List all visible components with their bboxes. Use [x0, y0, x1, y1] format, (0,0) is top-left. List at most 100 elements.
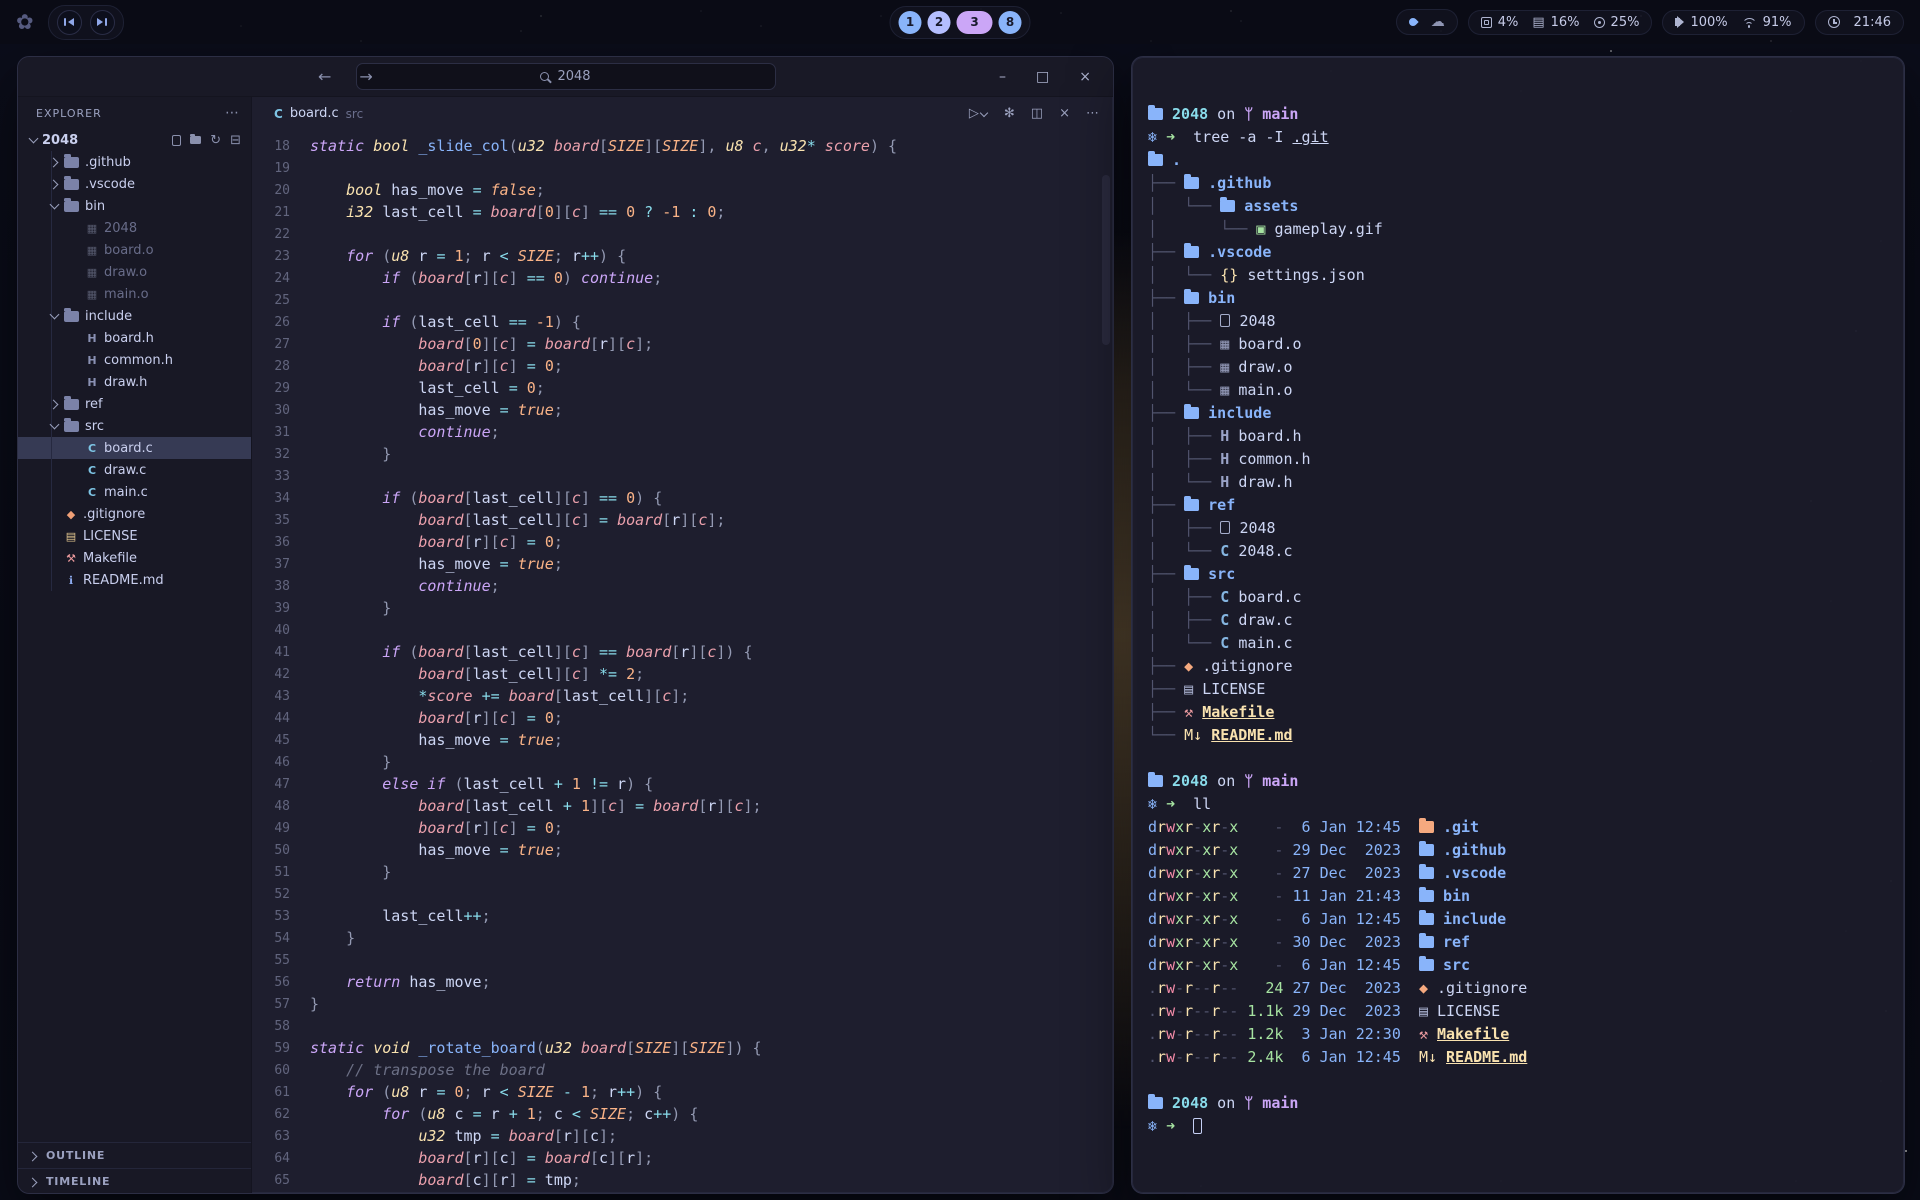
tree-item-main.o[interactable]: ▦main.o: [18, 283, 251, 305]
code-line-27[interactable]: 27 board[0][c] = board[r][c];: [252, 333, 1113, 355]
tree-item-LICENSE[interactable]: ▤LICENSE: [18, 525, 251, 547]
editor-titlebar[interactable]: ← → 2048 – □ ×: [18, 57, 1113, 97]
code-line-37[interactable]: 37 has_move = true;: [252, 553, 1113, 575]
code-line-39[interactable]: 39 }: [252, 597, 1113, 619]
close-editor-icon[interactable]: ×: [1059, 106, 1070, 121]
run-button[interactable]: ▷: [969, 106, 988, 121]
tree-item-bin[interactable]: bin: [18, 195, 251, 217]
split-editor-icon[interactable]: ◫: [1031, 106, 1043, 121]
tree-item-README.md[interactable]: ℹREADME.md: [18, 569, 251, 591]
clock-widget[interactable]: 21:46: [1815, 10, 1904, 35]
tree-item-board.o[interactable]: ▦board.o: [18, 239, 251, 261]
settings-gear-icon[interactable]: ✻: [1004, 106, 1015, 121]
volume-stat[interactable]: 100%: [1675, 15, 1727, 30]
workspace-8[interactable]: 8: [999, 11, 1022, 34]
code-line-53[interactable]: 53 last_cell++;: [252, 905, 1113, 927]
code-line-60[interactable]: 60 // transpose the board: [252, 1059, 1113, 1081]
media-previous-button[interactable]: [57, 10, 82, 35]
collapse-all-icon[interactable]: ⊟: [230, 133, 241, 148]
code-line-24[interactable]: 24 if (board[r][c] == 0) continue;: [252, 267, 1113, 289]
code-line-44[interactable]: 44 board[r][c] = 0;: [252, 707, 1113, 729]
tree-item-draw.c[interactable]: Cdraw.c: [18, 459, 251, 481]
tree-item-draw.o[interactable]: ▦draw.o: [18, 261, 251, 283]
tree-item-board.c[interactable]: Cboard.c: [18, 437, 251, 459]
maximize-button[interactable]: □: [1036, 69, 1049, 85]
weather-widget[interactable]: ☁: [1396, 9, 1458, 35]
workspace-3-active[interactable]: 3: [957, 11, 993, 34]
terminal-output[interactable]: 2048 on ᛘ main❄ ➜ tree -a -I .git .├── .…: [1132, 57, 1904, 1154]
code-line-21[interactable]: 21 i32 last_cell = board[0][c] == 0 ? -1…: [252, 201, 1113, 223]
code-line-61[interactable]: 61 for (u8 r = 0; r < SIZE - 1; r++) {: [252, 1081, 1113, 1103]
chevron-down-icon[interactable]: [47, 419, 63, 433]
tree-item-2048[interactable]: ▦2048: [18, 217, 251, 239]
code-line-64[interactable]: 64 board[r][c] = board[c][r];: [252, 1147, 1113, 1169]
code-line-55[interactable]: 55: [252, 949, 1113, 971]
code-line-45[interactable]: 45 has_move = true;: [252, 729, 1113, 751]
code-line-40[interactable]: 40: [252, 619, 1113, 641]
code-line-65[interactable]: 65 board[c][r] = tmp;: [252, 1169, 1113, 1191]
chevron-down-icon[interactable]: [47, 199, 63, 213]
code-line-31[interactable]: 31 continue;: [252, 421, 1113, 443]
tree-item-.vscode[interactable]: .vscode: [18, 173, 251, 195]
code-editor[interactable]: 18static bool _slide_col(u32 board[SIZE]…: [252, 130, 1113, 1194]
tree-item-draw.h[interactable]: Hdraw.h: [18, 371, 251, 393]
code-line-41[interactable]: 41 if (board[last_cell][c] == board[r][c…: [252, 641, 1113, 663]
tree-item-Makefile[interactable]: ⚒Makefile: [18, 547, 251, 569]
explorer-more-icon[interactable]: ⋯: [225, 105, 239, 121]
nav-forward-icon[interactable]: →: [359, 67, 372, 86]
tree-item-common.h[interactable]: Hcommon.h: [18, 349, 251, 371]
code-line-48[interactable]: 48 board[last_cell + 1][c] = board[r][c]…: [252, 795, 1113, 817]
code-line-63[interactable]: 63 u32 tmp = board[r][c];: [252, 1125, 1113, 1147]
chevron-right-icon[interactable]: [47, 397, 63, 411]
code-line-33[interactable]: 33: [252, 465, 1113, 487]
code-line-49[interactable]: 49 board[r][c] = 0;: [252, 817, 1113, 839]
more-actions-icon[interactable]: ⋯: [1086, 106, 1099, 121]
code-line-20[interactable]: 20 bool has_move = false;: [252, 179, 1113, 201]
tree-item-src[interactable]: src: [18, 415, 251, 437]
code-line-52[interactable]: 52: [252, 883, 1113, 905]
tree-item-include[interactable]: include: [18, 305, 251, 327]
chevron-down-icon[interactable]: [47, 309, 63, 323]
code-line-32[interactable]: 32 }: [252, 443, 1113, 465]
code-line-57[interactable]: 57}: [252, 993, 1113, 1015]
code-line-22[interactable]: 22: [252, 223, 1113, 245]
code-line-30[interactable]: 30 has_move = true;: [252, 399, 1113, 421]
code-line-38[interactable]: 38 continue;: [252, 575, 1113, 597]
code-line-46[interactable]: 46 }: [252, 751, 1113, 773]
chevron-right-icon[interactable]: [47, 155, 63, 169]
code-line-23[interactable]: 23 for (u8 r = 1; r < SIZE; r++) {: [252, 245, 1113, 267]
tree-item-main.c[interactable]: Cmain.c: [18, 481, 251, 503]
close-button[interactable]: ×: [1079, 69, 1091, 85]
code-line-58[interactable]: 58: [252, 1015, 1113, 1037]
tree-item-.gitignore[interactable]: ◆.gitignore: [18, 503, 251, 525]
workspace-2[interactable]: 2: [928, 11, 951, 34]
code-line-56[interactable]: 56 return has_move;: [252, 971, 1113, 993]
tree-item-board.h[interactable]: Hboard.h: [18, 327, 251, 349]
code-line-47[interactable]: 47 else if (last_cell + 1 != r) {: [252, 773, 1113, 795]
new-folder-icon[interactable]: [190, 136, 201, 144]
code-line-18[interactable]: 18static bool _slide_col(u32 board[SIZE]…: [252, 135, 1113, 157]
code-line-29[interactable]: 29 last_cell = 0;: [252, 377, 1113, 399]
code-line-43[interactable]: 43 *score += board[last_cell][c];: [252, 685, 1113, 707]
tab-board-c[interactable]: C board.c src: [262, 97, 375, 130]
tree-item-ref[interactable]: ref: [18, 393, 251, 415]
new-file-icon[interactable]: [172, 135, 181, 146]
code-line-34[interactable]: 34 if (board[last_cell][c] == 0) {: [252, 487, 1113, 509]
refresh-icon[interactable]: ↻: [210, 133, 221, 148]
minimize-button[interactable]: –: [999, 69, 1006, 85]
media-next-button[interactable]: [90, 10, 115, 35]
code-line-59[interactable]: 59static void _rotate_board(u32 board[SI…: [252, 1037, 1113, 1059]
wifi-stat[interactable]: 91%: [1742, 15, 1792, 30]
code-line-42[interactable]: 42 board[last_cell][c] *= 2;: [252, 663, 1113, 685]
code-line-50[interactable]: 50 has_move = true;: [252, 839, 1113, 861]
code-line-62[interactable]: 62 for (u8 c = r + 1; c < SIZE; c++) {: [252, 1103, 1113, 1125]
code-line-26[interactable]: 26 if (last_cell == -1) {: [252, 311, 1113, 333]
launcher-logo-icon[interactable]: ✿: [16, 10, 34, 34]
nav-back-icon[interactable]: ←: [318, 67, 331, 86]
code-line-19[interactable]: 19: [252, 157, 1113, 179]
command-center-search[interactable]: 2048: [356, 63, 776, 90]
outline-section[interactable]: OUTLINE: [18, 1142, 251, 1168]
code-line-54[interactable]: 54 }: [252, 927, 1113, 949]
code-line-25[interactable]: 25: [252, 289, 1113, 311]
code-line-51[interactable]: 51 }: [252, 861, 1113, 883]
